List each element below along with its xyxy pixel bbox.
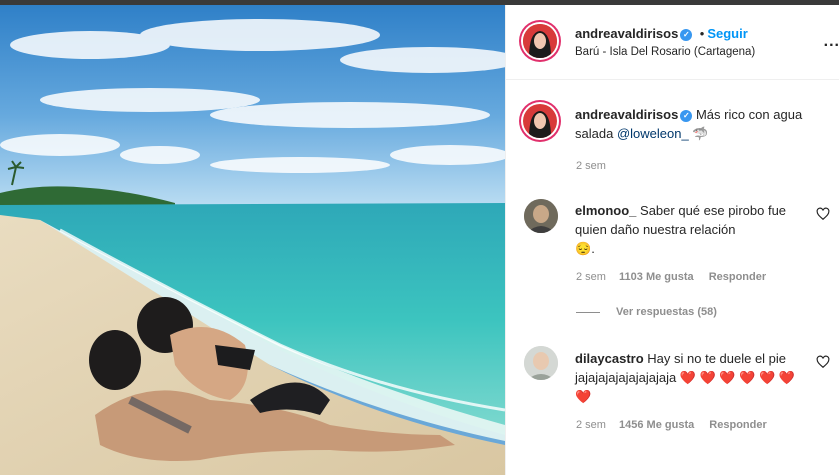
beach-photo-illustration xyxy=(0,5,505,475)
comment-avatar-image xyxy=(524,199,558,233)
caption-avatar xyxy=(523,104,557,138)
avatar-story-ring[interactable] xyxy=(519,20,561,62)
reply-button[interactable]: Responder xyxy=(709,271,766,283)
shark-emoji: 🦈 xyxy=(692,126,709,141)
comment-likes[interactable]: 1103 Me gusta xyxy=(619,271,694,283)
avatar-image xyxy=(523,24,557,58)
post-location[interactable]: Barú - Isla Del Rosario (Cartagena) xyxy=(575,46,755,58)
comment-meta: 2 sem 1103 Me gusta Responder xyxy=(576,271,766,283)
reply-button[interactable]: Responder xyxy=(709,419,766,431)
comment-username[interactable]: dilaycastro xyxy=(575,351,644,366)
caption-time: 2 sem xyxy=(576,160,606,172)
view-replies-button[interactable]: Ver respuestas (58) xyxy=(576,306,717,318)
comment-text-block: elmonoo_ Saber qué ese pirobo fue quien … xyxy=(575,201,810,258)
comment-time: 2 sem xyxy=(576,271,606,283)
verified-badge-icon: ✓ xyxy=(680,110,693,122)
avatar xyxy=(523,24,557,58)
post-details-panel: andreavaldirisos ✓ • Seguir Barú - Isla De… xyxy=(505,5,839,475)
caption-avatar-image xyxy=(523,104,557,138)
more-options-icon[interactable]: ... xyxy=(824,33,839,51)
heart-outline-icon[interactable] xyxy=(816,207,830,221)
verified-badge-icon: ✓ xyxy=(680,29,693,41)
heart-outline-icon[interactable] xyxy=(816,355,830,369)
comment-avatar-image xyxy=(524,346,558,380)
comment-meta: 2 sem 1456 Me gusta Responder xyxy=(576,419,767,431)
caption-username[interactable]: andreavaldirisos xyxy=(575,107,678,122)
comment-trailing: . xyxy=(591,241,595,256)
view-replies-label: Ver respuestas (58) xyxy=(616,306,717,318)
separator-dot: • xyxy=(699,26,705,41)
caption-avatar-ring[interactable] xyxy=(519,100,561,142)
comment-likes[interactable]: 1456 Me gusta xyxy=(619,419,694,431)
post-author-username[interactable]: andreavaldirisos xyxy=(575,26,678,41)
comment-text-block: dilaycastro Hay si no te duele el pie ja… xyxy=(575,349,810,406)
follow-button[interactable]: Seguir xyxy=(707,26,747,41)
caption-text-block: andreavaldirisos ✓ Más rico con agua sala… xyxy=(575,105,825,143)
caption-mention-link[interactable]: @loweleon_ xyxy=(617,126,689,141)
pensive-emoji: 😔 xyxy=(575,241,592,256)
post-header: andreavaldirisos ✓ • Seguir Barú - Isla De… xyxy=(506,5,839,80)
comment-username[interactable]: elmonoo_ xyxy=(575,203,636,218)
post-photo[interactable] xyxy=(0,5,505,475)
comment-time: 2 sem xyxy=(576,419,606,431)
comment-avatar[interactable] xyxy=(524,346,558,380)
comment-avatar[interactable] xyxy=(524,199,558,233)
